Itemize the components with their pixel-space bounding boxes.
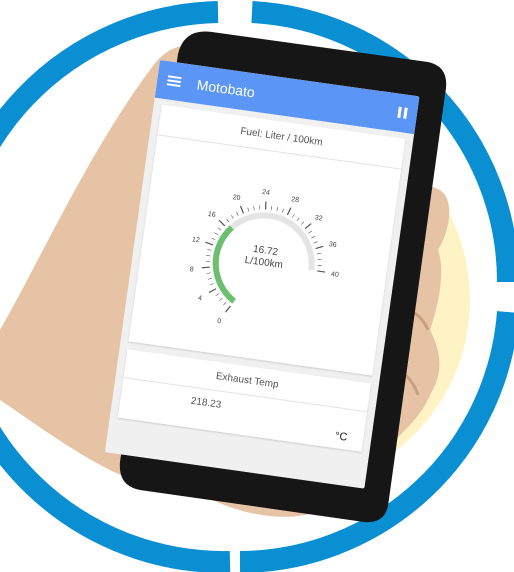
gauge-tick — [270, 205, 273, 210]
gauge-tick-label: 24 — [262, 189, 271, 197]
gauge-tick — [208, 288, 217, 294]
gauge-tick — [259, 205, 261, 210]
gauge-tick — [315, 245, 324, 250]
menu-icon[interactable] — [166, 75, 182, 88]
gauge-tick — [313, 241, 318, 244]
gauge-tick — [206, 272, 211, 274]
gauge-tick-label: 16 — [207, 211, 216, 219]
gauge-tick — [276, 207, 279, 212]
gauge-tick — [292, 214, 295, 218]
gauge-tick — [281, 208, 284, 213]
gauge-tick — [239, 205, 245, 214]
gauge-tick — [296, 217, 300, 222]
gauge-tick — [304, 223, 312, 230]
gauge-tick — [264, 201, 267, 210]
gauge-tick — [231, 215, 234, 219]
app-title: Motobato — [195, 76, 256, 101]
gauge-tick — [214, 232, 219, 236]
gauge-tick — [253, 206, 255, 211]
gauge-tick-label: 8 — [189, 266, 194, 273]
gauge-tick — [218, 219, 226, 227]
gauge-tick — [201, 266, 210, 269]
gauge-tick — [247, 207, 250, 212]
exhaust-unit: °C — [334, 430, 349, 444]
gauge-tick-label: 32 — [314, 215, 323, 223]
gauge-tick — [236, 212, 239, 216]
gauge-tick — [225, 305, 231, 313]
gauge-tick — [223, 302, 227, 306]
gauge-tick — [209, 283, 214, 286]
gauge-tick-label: 4 — [197, 295, 202, 302]
exhaust-value: 218.23 — [190, 395, 222, 411]
gauge-tick — [207, 278, 212, 280]
gauge-tick — [286, 207, 292, 216]
gauge-tick-label: 36 — [328, 241, 337, 249]
fuel-card: Fuel: Liter / 100km 0 4 8 12 16 20 24 28 32 36 40 … — [128, 104, 406, 376]
phone-screen: Motobato Fuel: Liter / 100km 0 4 8 12 16 20 24… — [104, 60, 420, 489]
gauge-tick-label: 28 — [291, 196, 300, 204]
gauge-tick — [219, 297, 223, 301]
gauge-tick — [308, 230, 312, 234]
gauge-tick-label: 0 — [217, 318, 222, 325]
fuel-gauge: 0 4 8 12 16 20 24 28 32 36 40 16.72 L/100km — [129, 135, 402, 375]
pause-icon[interactable] — [397, 106, 408, 119]
gauge-tick-label: 20 — [232, 194, 241, 202]
promo-illustration: Motobato Fuel: Liter / 100km 0 4 8 12 16 20 24… — [0, 0, 514, 572]
gauge-tick — [300, 221, 305, 225]
gauge-tick — [226, 218, 230, 223]
gauge-tick — [215, 293, 220, 297]
gauge-tick — [311, 235, 316, 239]
gauge-tick — [217, 227, 222, 231]
